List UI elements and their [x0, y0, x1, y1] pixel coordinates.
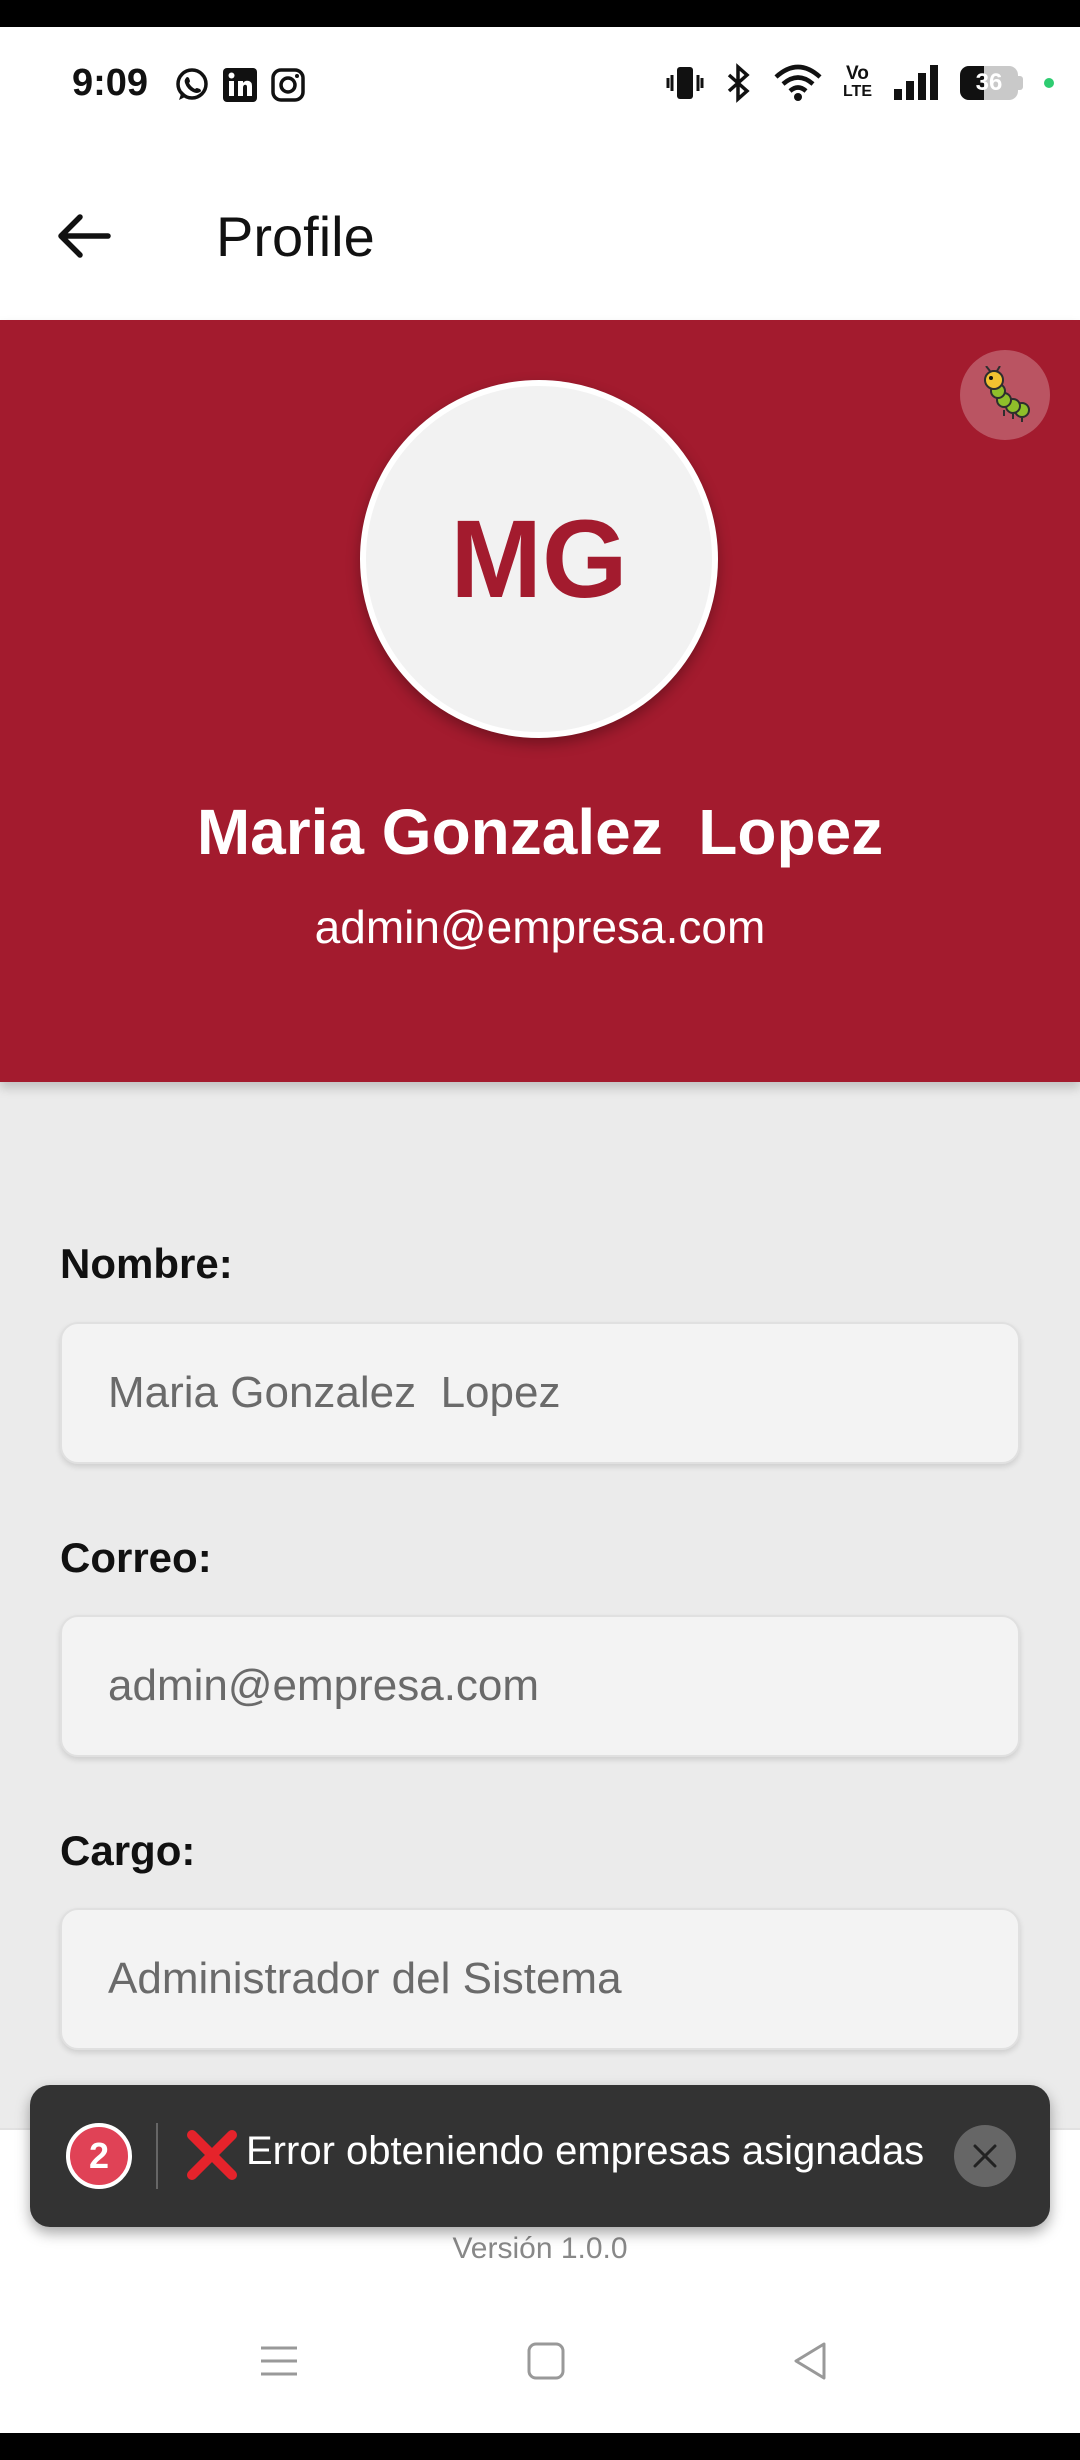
privacy-dot — [1044, 78, 1054, 88]
name-field[interactable]: Maria Gonzalez Lopez — [60, 1322, 1020, 1464]
close-icon — [973, 2144, 997, 2168]
menu-icon[interactable] — [258, 2340, 300, 2382]
top-bezel — [0, 0, 1080, 27]
status-bar: 9:09 Vo LTE 36 — [0, 27, 1080, 152]
vibrate-icon — [666, 67, 704, 99]
profile-name: Maria Gonzalez Lopez — [196, 796, 884, 868]
linkedin-icon — [223, 68, 257, 102]
cross-mark-icon — [187, 2130, 237, 2180]
whatsapp-icon — [176, 68, 208, 100]
status-right-icons: Vo LTE 36 — [665, 63, 1054, 103]
avatar: MG — [360, 380, 718, 738]
status-time: 9:09 — [72, 62, 149, 104]
position-label: Cargo: — [60, 1827, 196, 1874]
profile-header: MG Maria Gonzalez Lopez admin@empresa.co… — [0, 320, 1080, 1082]
toast-message: Error obteniendo empresas asignadas — [246, 2129, 925, 2173]
home-icon[interactable] — [526, 2340, 566, 2382]
signal-icon — [894, 65, 938, 100]
toast-divider — [156, 2123, 158, 2189]
bluetooth-icon — [727, 63, 750, 103]
debug-button[interactable] — [960, 350, 1050, 440]
instagram-icon — [271, 68, 305, 102]
toast-close-button[interactable] — [954, 2125, 1016, 2187]
wifi-icon — [774, 64, 822, 101]
toast-count-badge: 2 — [66, 2123, 132, 2189]
volte-icon: Vo LTE — [842, 63, 872, 100]
app-bar: Profile — [0, 152, 1080, 320]
caterpillar-icon — [984, 366, 1030, 422]
error-toast[interactable]: 2 Error obteniendo empresas asignadas — [30, 2085, 1050, 2227]
app-version: Versión 1.0.0 — [452, 2232, 628, 2265]
email-label: Correo: — [60, 1534, 212, 1581]
profile-email: admin@empresa.com — [314, 901, 766, 953]
battery-level: 36 — [975, 69, 1003, 96]
battery-icon: 36 — [960, 66, 1024, 100]
name-label: Nombre: — [60, 1240, 233, 1287]
email-field[interactable]: admin@empresa.com — [60, 1615, 1020, 1757]
back-nav-icon[interactable] — [790, 2340, 830, 2382]
bottom-bezel — [0, 2433, 1080, 2460]
position-field[interactable]: Administrador del Sistema — [60, 1908, 1020, 2050]
page-title: Profile — [216, 205, 375, 268]
arrow-left-icon[interactable] — [52, 204, 116, 268]
